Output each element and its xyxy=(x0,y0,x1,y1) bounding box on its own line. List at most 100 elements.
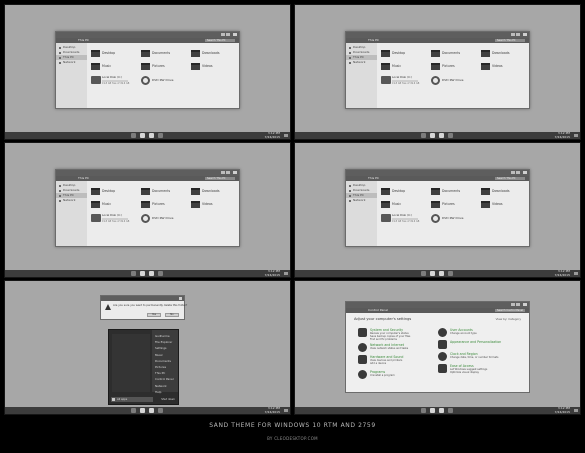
search-input[interactable]: Search This PC xyxy=(205,39,235,42)
folder-pictures[interactable]: Pictures xyxy=(431,62,479,72)
search-input[interactable]: Search This PC xyxy=(205,177,235,180)
folder-downloads[interactable]: Downloads xyxy=(191,49,239,59)
maximize-button[interactable] xyxy=(516,33,520,36)
file-explorer-icon[interactable] xyxy=(140,133,145,138)
notification-icon[interactable] xyxy=(284,134,288,137)
store-icon[interactable] xyxy=(439,408,444,413)
task-view-icon[interactable] xyxy=(131,408,136,413)
maximize-button[interactable] xyxy=(226,33,230,36)
minimize-button[interactable] xyxy=(221,171,225,174)
file-explorer-icon[interactable] xyxy=(140,271,145,276)
notification-icon[interactable] xyxy=(284,409,288,412)
task-view-icon[interactable] xyxy=(131,271,136,276)
sidebar-item-network[interactable]: Network xyxy=(56,60,87,65)
folder-videos[interactable]: Videos xyxy=(481,200,529,210)
search-input[interactable]: Search Control Panel xyxy=(495,309,525,312)
folder-desktop[interactable]: Desktop xyxy=(381,187,429,197)
notification-icon[interactable] xyxy=(574,134,578,137)
category-link[interactable]: Optimize visual display xyxy=(450,371,479,374)
category-title[interactable]: Appearance and Personalization xyxy=(450,340,501,344)
folder-music[interactable]: Music xyxy=(381,200,429,210)
file-explorer-icon[interactable] xyxy=(430,271,435,276)
start-item-help[interactable]: Help xyxy=(152,389,178,395)
yes-button[interactable]: Yes xyxy=(147,313,161,317)
folder-documents[interactable]: Documents xyxy=(431,187,479,197)
folder-music[interactable]: Music xyxy=(381,62,429,72)
category-link[interactable]: Add a device xyxy=(370,362,386,365)
folder-pictures[interactable]: Pictures xyxy=(141,200,189,210)
search-input[interactable]: Search This PC xyxy=(495,177,525,180)
folder-videos[interactable]: Videos xyxy=(481,62,529,72)
settings-icon[interactable] xyxy=(158,408,163,413)
clock[interactable]: 3:12 PM 7/24/2015 xyxy=(265,406,280,414)
notification-icon[interactable] xyxy=(574,272,578,275)
dvd-drive[interactable]: DVD RW Drive xyxy=(141,76,189,86)
folder-desktop[interactable]: Desktop xyxy=(91,49,139,59)
address-path[interactable]: Control Panel xyxy=(368,308,388,313)
category-programs[interactable]: Programs Uninstall a program xyxy=(358,370,428,384)
category-hardware-sound[interactable]: Hardware and Sound View devices and prin… xyxy=(358,355,428,369)
category-link[interactable]: Change date, time, or number formats xyxy=(450,356,498,359)
category-link[interactable]: Change account type xyxy=(450,332,477,335)
folder-downloads[interactable]: Downloads xyxy=(481,49,529,59)
folder-downloads[interactable]: Downloads xyxy=(481,187,529,197)
sidebar-item-network[interactable]: Network xyxy=(346,198,377,203)
close-button[interactable] xyxy=(523,303,527,306)
file-explorer-icon[interactable] xyxy=(140,408,145,413)
store-icon[interactable] xyxy=(439,271,444,276)
drive-c[interactable]: Local Disk (C:) 19.8 GB free of 49.6 GB xyxy=(91,213,139,224)
task-view-icon[interactable] xyxy=(131,133,136,138)
settings-icon[interactable] xyxy=(158,133,163,138)
notification-icon[interactable] xyxy=(574,409,578,412)
dvd-drive[interactable]: DVD RW Drive xyxy=(431,76,479,86)
folder-music[interactable]: Music xyxy=(91,62,139,72)
category-link[interactable]: Find and fix problems xyxy=(370,338,397,341)
clock[interactable]: 3:12 PM 7/24/2015 xyxy=(555,406,570,414)
sidebar-item-network[interactable]: Network xyxy=(346,60,377,65)
folder-pictures[interactable]: Pictures xyxy=(141,62,189,72)
dvd-drive[interactable]: DVD RW Drive xyxy=(141,214,189,224)
clock[interactable]: 3:12 PM 7/24/2015 xyxy=(555,131,570,139)
folder-documents[interactable]: Documents xyxy=(141,187,189,197)
folder-documents[interactable]: Documents xyxy=(141,49,189,59)
notification-icon[interactable] xyxy=(284,272,288,275)
drive-c[interactable]: Local Disk (C:) 19.8 GB free of 49.6 GB xyxy=(381,75,429,86)
settings-icon[interactable] xyxy=(448,271,453,276)
sidebar-item-network[interactable]: Network xyxy=(56,198,87,203)
view-by-dropdown[interactable]: View by: Category xyxy=(496,317,521,321)
minimize-button[interactable] xyxy=(511,33,515,36)
store-icon[interactable] xyxy=(149,271,154,276)
folder-videos[interactable]: Videos xyxy=(191,62,239,72)
store-icon[interactable] xyxy=(439,133,444,138)
close-icon[interactable] xyxy=(179,297,182,300)
category-system-security[interactable]: System and Security Review your computer… xyxy=(358,328,428,342)
store-icon[interactable] xyxy=(149,408,154,413)
task-view-icon[interactable] xyxy=(421,408,426,413)
settings-icon[interactable] xyxy=(448,133,453,138)
folder-pictures[interactable]: Pictures xyxy=(431,200,479,210)
power-button[interactable]: Shut down xyxy=(161,397,175,402)
clock[interactable]: 3:12 PM 7/24/2015 xyxy=(265,131,280,139)
maximize-button[interactable] xyxy=(226,171,230,174)
task-view-icon[interactable] xyxy=(421,271,426,276)
close-button[interactable] xyxy=(233,171,237,174)
clock[interactable]: 3:12 PM 7/24/2015 xyxy=(265,269,280,277)
no-button[interactable]: No xyxy=(165,313,179,317)
close-button[interactable] xyxy=(233,33,237,36)
category-ease-of-access[interactable]: Ease of Access Let Windows suggest setti… xyxy=(438,364,508,378)
dvd-drive[interactable]: DVD RW Drive xyxy=(431,214,479,224)
close-button[interactable] xyxy=(523,33,527,36)
drive-c[interactable]: Local Disk (C:) 19.8 GB free of 49.6 GB xyxy=(91,75,139,86)
folder-documents[interactable]: Documents xyxy=(431,49,479,59)
all-apps-button[interactable]: All apps xyxy=(111,397,153,402)
category-link[interactable]: Uninstall a program xyxy=(370,374,395,377)
clock[interactable]: 3:12 PM 7/24/2015 xyxy=(555,269,570,277)
minimize-button[interactable] xyxy=(511,303,515,306)
maximize-button[interactable] xyxy=(516,171,520,174)
maximize-button[interactable] xyxy=(516,303,520,306)
category-link[interactable]: View network status and tasks xyxy=(370,347,408,350)
settings-icon[interactable] xyxy=(448,408,453,413)
minimize-button[interactable] xyxy=(221,33,225,36)
folder-desktop[interactable]: Desktop xyxy=(91,187,139,197)
search-input[interactable]: Search This PC xyxy=(495,39,525,42)
